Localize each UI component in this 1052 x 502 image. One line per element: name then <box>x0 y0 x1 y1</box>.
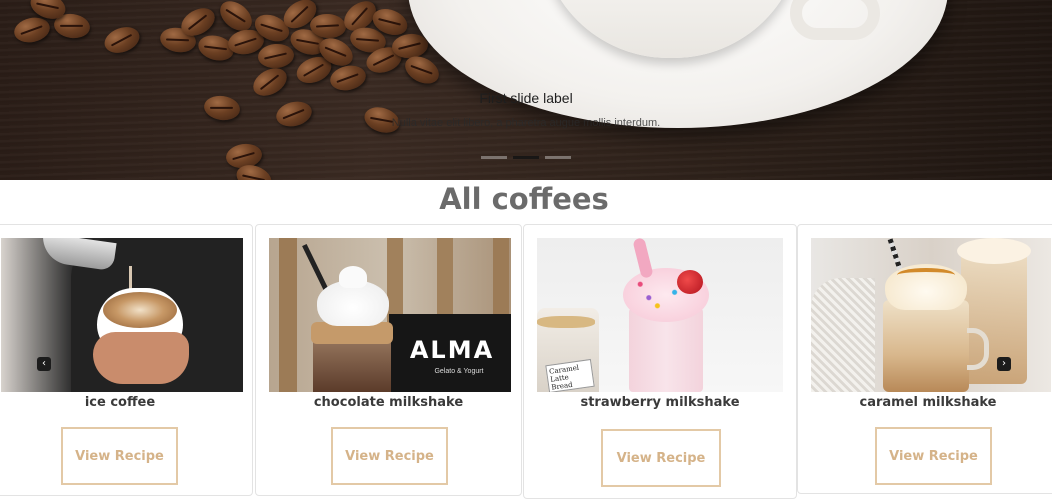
coffee-bean <box>11 14 53 46</box>
view-recipe-button[interactable]: View Recipe <box>61 427 178 485</box>
view-recipe-button[interactable]: View Recipe <box>601 429 721 487</box>
card-title: strawberry milkshake <box>580 395 740 410</box>
carousel-indicators <box>0 156 1052 159</box>
coffee-cup-handle <box>790 0 880 40</box>
slide-title: First slide label <box>479 90 573 106</box>
card-title: ice coffee <box>84 395 156 410</box>
coffee-card: ALMA Gelato & Yogurt chocolate milkshake… <box>255 224 522 496</box>
chevron-left-icon[interactable]: ‹ <box>37 357 51 371</box>
slide-caption: Nulla vitae elit libero, a pharetra augu… <box>391 117 661 129</box>
hero-carousel: First slide label Nulla vitae elit liber… <box>0 0 1052 180</box>
card-title: caramel milkshake <box>859 395 997 410</box>
coffee-card: caramel milkshake View Recipe <box>797 224 1052 494</box>
chocolate-milkshake-image: ALMA Gelato & Yogurt <box>269 238 511 392</box>
coffee-card: Caramel Latte Bread strawberry milkshake… <box>523 224 797 499</box>
alma-sign-text: ALMA <box>409 336 495 364</box>
coffee-bean <box>100 22 144 58</box>
jar-label: Caramel Latte Bread <box>545 358 595 392</box>
carousel-indicator[interactable] <box>481 156 507 159</box>
strawberry-milkshake-image: Caramel Latte Bread <box>537 238 783 392</box>
section-title: All coffees <box>439 182 609 216</box>
caramel-milkshake-image <box>811 238 1051 392</box>
view-recipe-button[interactable]: View Recipe <box>331 427 448 485</box>
coffee-bean <box>257 42 295 70</box>
carousel-indicator[interactable] <box>545 156 571 159</box>
chevron-right-icon[interactable]: › <box>997 357 1011 371</box>
coffee-bean <box>327 62 369 94</box>
alma-sign-subtext: Gelato & Yogurt <box>434 368 484 375</box>
view-recipe-button[interactable]: View Recipe <box>875 427 992 485</box>
card-title: chocolate milkshake <box>313 395 464 410</box>
carousel-indicator-active[interactable] <box>513 156 539 159</box>
coffee-card-list: ice coffee View Recipe ALMA Gelato & Yog… <box>0 224 1052 502</box>
